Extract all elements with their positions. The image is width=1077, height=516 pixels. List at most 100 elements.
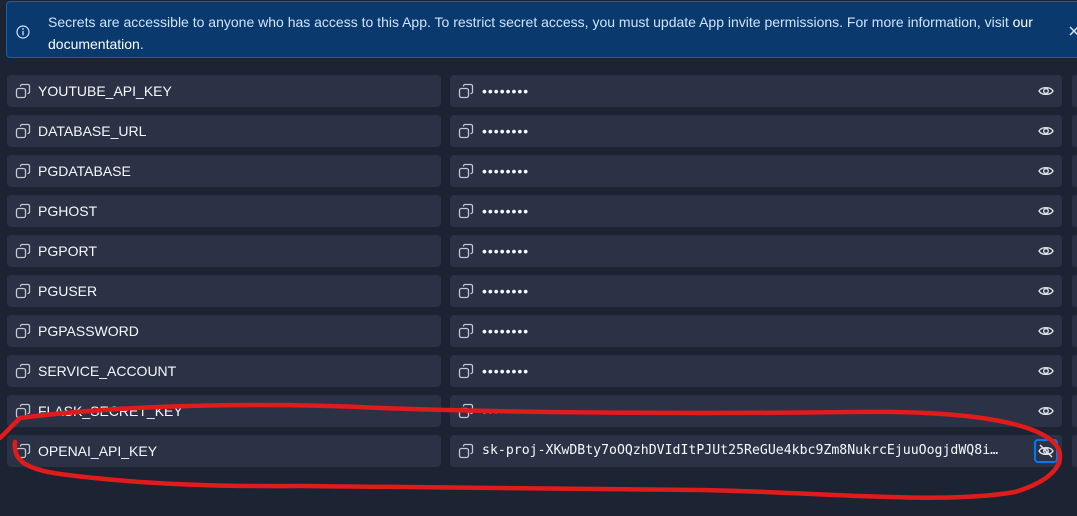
secret-row: PGUSER •••••••• bbox=[0, 275, 1077, 307]
secret-value: •••••••• bbox=[482, 123, 530, 139]
copy-value-icon[interactable] bbox=[458, 123, 474, 139]
secret-key-label: SERVICE_ACCOUNT bbox=[38, 363, 177, 379]
copy-value-icon[interactable] bbox=[458, 283, 474, 299]
secret-value: sk-proj-XKwDBty7oOQzhDVIdItPJUt25ReGUe4k… bbox=[482, 443, 999, 458]
row-menu-edge[interactable] bbox=[1072, 195, 1077, 227]
show-value-button[interactable] bbox=[1036, 162, 1056, 180]
banner-message: Secrets are accessible to anyone who has… bbox=[48, 11, 1048, 55]
copy-value-icon[interactable] bbox=[458, 203, 474, 219]
secret-key-field[interactable]: SERVICE_ACCOUNT bbox=[7, 355, 441, 387]
copy-key-icon[interactable] bbox=[15, 123, 31, 139]
secret-key-label: PGPASSWORD bbox=[38, 323, 139, 339]
secret-value-field[interactable]: •••••••• bbox=[450, 315, 1062, 347]
row-menu-edge[interactable] bbox=[1072, 355, 1077, 387]
secret-key-label: PGUSER bbox=[38, 283, 98, 299]
close-icon[interactable] bbox=[1067, 24, 1077, 38]
eye-icon bbox=[1038, 166, 1054, 176]
secret-value-field[interactable]: •••••••• bbox=[450, 195, 1062, 227]
show-value-button[interactable] bbox=[1036, 202, 1056, 220]
secret-key-field[interactable]: PGPASSWORD bbox=[7, 315, 441, 347]
hide-value-button[interactable] bbox=[1034, 439, 1058, 463]
secret-value: •••••••• bbox=[482, 363, 530, 379]
show-value-button[interactable] bbox=[1036, 282, 1056, 300]
banner-period: . bbox=[139, 36, 144, 52]
secret-key-label: PGDATABASE bbox=[38, 163, 131, 179]
row-menu-edge[interactable] bbox=[1072, 235, 1077, 267]
secret-value: •••••••• bbox=[482, 203, 530, 219]
eye-icon bbox=[1038, 366, 1054, 376]
secret-value: •••••••• bbox=[482, 403, 530, 419]
eye-icon bbox=[1038, 86, 1054, 96]
secret-row: DATABASE_URL •••••••• bbox=[0, 115, 1077, 147]
secret-key-field[interactable]: FLASK_SECRET_KEY bbox=[7, 395, 441, 427]
secret-value-field[interactable]: sk-proj-XKwDBty7oOQzhDVIdItPJUt25ReGUe4k… bbox=[450, 435, 1062, 467]
secret-value: •••••••• bbox=[482, 283, 530, 299]
secret-row: PGHOST •••••••• bbox=[0, 195, 1077, 227]
secret-key-label: DATABASE_URL bbox=[38, 123, 147, 139]
copy-key-icon[interactable] bbox=[15, 243, 31, 259]
secret-value-field[interactable]: •••••••• bbox=[450, 115, 1062, 147]
copy-key-icon[interactable] bbox=[15, 323, 31, 339]
show-value-button[interactable] bbox=[1036, 402, 1056, 420]
copy-key-icon[interactable] bbox=[15, 363, 31, 379]
eye-slash-icon bbox=[1038, 444, 1054, 458]
show-value-button[interactable] bbox=[1036, 242, 1056, 260]
row-menu-edge[interactable] bbox=[1072, 115, 1077, 147]
copy-value-icon[interactable] bbox=[458, 243, 474, 259]
row-menu-edge[interactable] bbox=[1072, 155, 1077, 187]
secret-value: •••••••• bbox=[482, 83, 530, 99]
row-menu-edge[interactable] bbox=[1072, 315, 1077, 347]
secret-value: •••••••• bbox=[482, 323, 530, 339]
secret-key-label: PGPORT bbox=[38, 243, 97, 259]
secret-row: YOUTUBE_API_KEY •••••••• bbox=[0, 75, 1077, 107]
secret-key-field[interactable]: OPENAI_API_KEY bbox=[7, 435, 441, 467]
copy-value-icon[interactable] bbox=[458, 323, 474, 339]
eye-icon bbox=[1038, 406, 1054, 416]
secret-row: PGPASSWORD •••••••• bbox=[0, 315, 1077, 347]
info-icon bbox=[16, 25, 30, 39]
secret-row: SERVICE_ACCOUNT •••••••• bbox=[0, 355, 1077, 387]
secret-value-field[interactable]: •••••••• bbox=[450, 275, 1062, 307]
copy-value-icon[interactable] bbox=[458, 443, 474, 459]
row-menu-edge[interactable] bbox=[1072, 435, 1077, 467]
secret-key-field[interactable]: PGUSER bbox=[7, 275, 441, 307]
secret-key-field[interactable]: PGHOST bbox=[7, 195, 441, 227]
copy-key-icon[interactable] bbox=[15, 283, 31, 299]
info-banner: Secrets are accessible to anyone who has… bbox=[6, 1, 1077, 58]
secret-key-field[interactable]: PGDATABASE bbox=[7, 155, 441, 187]
secret-key-field[interactable]: DATABASE_URL bbox=[7, 115, 441, 147]
secret-value-field[interactable]: •••••••• bbox=[450, 355, 1062, 387]
secret-key-field[interactable]: YOUTUBE_API_KEY bbox=[7, 75, 441, 107]
copy-key-icon[interactable] bbox=[15, 443, 31, 459]
secret-value-field[interactable]: •••••••• bbox=[450, 155, 1062, 187]
show-value-button[interactable] bbox=[1036, 362, 1056, 380]
secret-row: FLASK_SECRET_KEY •••••••• bbox=[0, 395, 1077, 427]
copy-value-icon[interactable] bbox=[458, 403, 474, 419]
secret-key-label: FLASK_SECRET_KEY bbox=[38, 403, 183, 419]
show-value-button[interactable] bbox=[1036, 122, 1056, 140]
secret-value-field[interactable]: •••••••• bbox=[450, 395, 1062, 427]
row-menu-edge[interactable] bbox=[1072, 395, 1077, 427]
copy-key-icon[interactable] bbox=[15, 163, 31, 179]
secret-key-field[interactable]: PGPORT bbox=[7, 235, 441, 267]
copy-key-icon[interactable] bbox=[15, 83, 31, 99]
copy-value-icon[interactable] bbox=[458, 83, 474, 99]
copy-key-icon[interactable] bbox=[15, 203, 31, 219]
copy-value-icon[interactable] bbox=[458, 163, 474, 179]
show-value-button[interactable] bbox=[1036, 322, 1056, 340]
eye-icon bbox=[1038, 206, 1054, 216]
secret-value-field[interactable]: •••••••• bbox=[450, 75, 1062, 107]
eye-icon bbox=[1038, 286, 1054, 296]
secret-key-label: PGHOST bbox=[38, 203, 98, 219]
row-menu-edge[interactable] bbox=[1072, 75, 1077, 107]
secret-value: •••••••• bbox=[482, 243, 530, 259]
secret-key-label: OPENAI_API_KEY bbox=[38, 443, 158, 459]
secret-row: PGDATABASE •••••••• bbox=[0, 155, 1077, 187]
secret-row: OPENAI_API_KEY sk-proj-XKwDBty7oOQzhDVIdI… bbox=[0, 435, 1077, 467]
secret-value-field[interactable]: •••••••• bbox=[450, 235, 1062, 267]
copy-value-icon[interactable] bbox=[458, 363, 474, 379]
copy-key-icon[interactable] bbox=[15, 403, 31, 419]
row-menu-edge[interactable] bbox=[1072, 275, 1077, 307]
show-value-button[interactable] bbox=[1036, 82, 1056, 100]
banner-message-text: Secrets are accessible to anyone who has… bbox=[48, 14, 1013, 30]
